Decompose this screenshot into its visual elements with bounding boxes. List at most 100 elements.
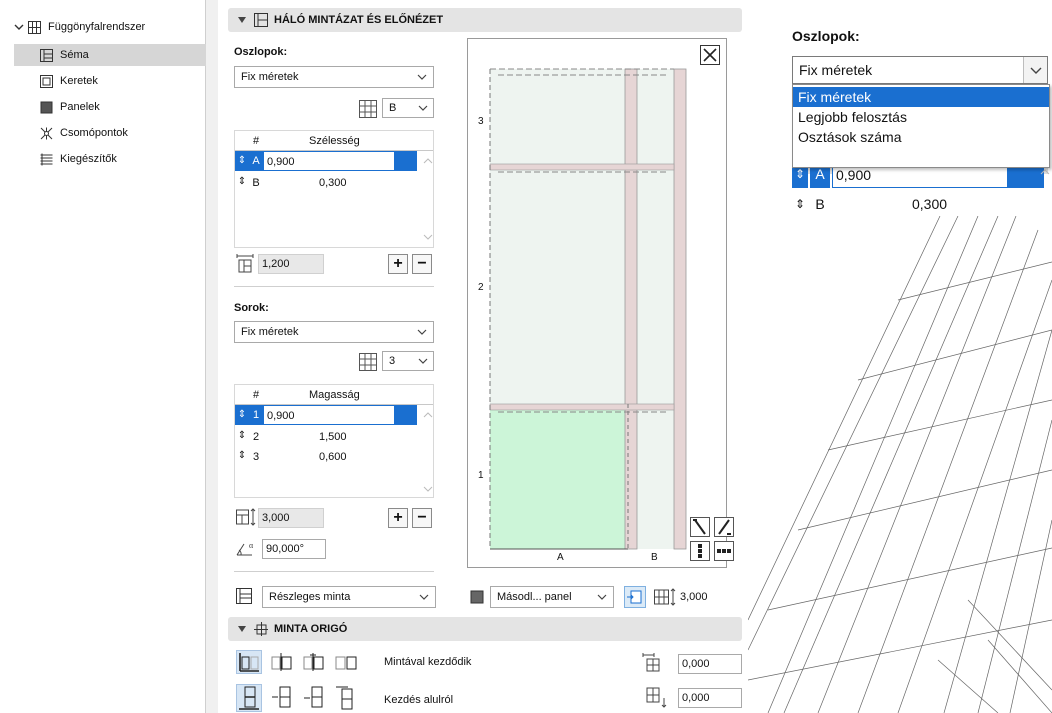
table-header: # Szélesség — [235, 131, 433, 151]
horizontal-offset-input[interactable]: 0,000 — [678, 654, 742, 674]
start-top-icon[interactable] — [334, 685, 358, 711]
preview-row-label: 3 — [478, 116, 484, 127]
row-pattern-count-value: 3 — [389, 355, 396, 367]
columns-total-width: 1,200 — [258, 254, 324, 274]
chevron-down-icon — [418, 105, 428, 111]
grid-pattern-icon — [254, 13, 268, 27]
svg-text:α: α — [249, 541, 254, 550]
zoom-card: Oszlopok: Fix méretek ⇕ A 0,900 ⇕ B 0,30… — [780, 18, 1052, 216]
diagonal-left-button[interactable] — [690, 517, 710, 537]
reorder-handle-icon[interactable]: ⇕ — [237, 430, 247, 444]
start-right-icon[interactable] — [334, 651, 358, 673]
scroll-down-icon[interactable] — [423, 233, 433, 241]
origin-section-header[interactable]: MINTA ORIGÓ — [228, 617, 742, 641]
table-row[interactable]: ⇕ 1 0,900 — [235, 405, 433, 425]
add-row-button[interactable]: + — [388, 508, 408, 528]
zoom-table-row[interactable]: ⇕ B 0,300 — [792, 190, 1034, 218]
zoom-row-value[interactable]: 0,300 — [912, 190, 947, 218]
scroll-up-icon[interactable] — [1040, 168, 1050, 176]
start-left-icon — [239, 653, 259, 672]
horizontal-arrange-button[interactable] — [714, 541, 734, 561]
grid-section-title: HÁLÓ MINTÁZAT ÉS ELŐNÉZET — [274, 14, 444, 26]
chevron-down-icon — [417, 74, 427, 80]
zoom-columns-select[interactable]: Fix méretek — [792, 56, 1048, 84]
origin-bottom-option-1[interactable] — [236, 684, 262, 712]
remove-row-button[interactable]: − — [412, 508, 432, 528]
tree-item-accessories[interactable]: Kiegészítők — [40, 148, 117, 170]
reorder-handle-icon[interactable]: ⇕ — [792, 190, 808, 218]
start-center-icon[interactable] — [302, 651, 326, 673]
tree-item-schema[interactable]: Séma — [14, 44, 206, 66]
row-value[interactable]: 0,300 — [319, 173, 347, 193]
chevron-down-icon — [418, 358, 428, 364]
rows-total-height: 3,000 — [258, 508, 324, 528]
row-id: 1 — [249, 405, 263, 425]
zoom-option-division-count[interactable]: Osztások száma — [793, 127, 1049, 147]
row-value-input[interactable]: 0,900 — [263, 405, 395, 425]
grid-height-readout: 3,000 — [680, 591, 708, 603]
rows-mode-value: Fix méretek — [241, 326, 299, 338]
row-value-input[interactable]: 0,900 — [263, 151, 395, 171]
tree-item-frames[interactable]: Keretek — [40, 70, 98, 92]
chevron-down-icon — [1030, 67, 1042, 74]
reorder-handle-icon[interactable]: ⇕ — [235, 151, 249, 171]
zoomed-detail: Oszlopok: Fix méretek ⇕ A 0,900 ⇕ B 0,30… — [748, 0, 1052, 713]
start-bottom-center-icon[interactable] — [270, 685, 294, 711]
divider — [234, 571, 434, 572]
scroll-up-icon[interactable] — [423, 157, 433, 165]
column-pattern-count-value: B — [389, 102, 397, 114]
row-pattern-count-select[interactable]: 3 — [382, 351, 434, 371]
vertical-offset-icon — [646, 687, 667, 708]
reorder-handle-icon[interactable]: ⇕ — [235, 405, 249, 425]
zoom-dropdown-arrow[interactable] — [1023, 57, 1047, 83]
row-value[interactable]: 0,600 — [319, 447, 347, 467]
columns-mode-select[interactable]: Fix méretek — [234, 66, 434, 88]
scroll-down-icon[interactable] — [423, 485, 433, 493]
start-bottom-label: Kezdés alulról — [384, 694, 454, 706]
tree-root-curtain-wall[interactable]: Függönyfalrendszer — [14, 16, 145, 38]
column-pattern-icon — [359, 100, 377, 118]
table-header-hash: # — [253, 389, 260, 401]
table-row[interactable]: ⇕ 3 0,600 — [235, 447, 433, 467]
row-value[interactable]: 1,500 — [319, 427, 347, 447]
settings-main-panel: HÁLÓ MINTÁZAT ÉS ELŐNÉZET Oszlopok: Fix … — [218, 0, 748, 713]
reorder-handle-icon[interactable]: ⇕ — [237, 176, 247, 190]
assign-panel-button[interactable] — [624, 586, 646, 608]
table-row[interactable]: ⇕ A 0,900 — [235, 151, 433, 171]
angle-input[interactable]: 90,000° — [262, 539, 326, 559]
table-header: # Magasság — [235, 385, 433, 405]
vertical-offset-input[interactable]: 0,000 — [678, 688, 742, 708]
vertical-arrange-button[interactable] — [690, 541, 710, 561]
origin-option-1[interactable] — [236, 650, 262, 674]
tree-item-junctions[interactable]: Csomópontok — [40, 122, 128, 144]
horizontal-offset-icon — [642, 653, 660, 672]
tree-item-label: Panelek — [60, 101, 100, 113]
junction-icon — [40, 127, 53, 139]
scroll-up-icon[interactable] — [423, 411, 433, 419]
collapse-triangle-icon[interactable] — [238, 16, 246, 24]
add-column-button[interactable]: + — [388, 254, 408, 274]
column-pattern-count-select[interactable]: B — [382, 98, 434, 118]
remove-column-button[interactable]: − — [412, 254, 432, 274]
preview-drawing — [489, 68, 687, 550]
secondary-panel-select[interactable]: Másodl... panel — [490, 586, 614, 608]
columns-table: # Szélesség ⇕ A 0,900 ⇕ B 0,300 — [234, 130, 434, 248]
vertical-arrange-icon — [698, 544, 702, 558]
tree-item-panels[interactable]: Panelek — [40, 96, 100, 118]
table-row[interactable]: ⇕ 2 1,500 — [235, 427, 433, 447]
rows-mode-select[interactable]: Fix méretek — [234, 321, 434, 343]
start-middle-icon[interactable] — [302, 685, 326, 711]
partial-pattern-icon — [236, 588, 252, 604]
diagonal-right-button[interactable] — [714, 517, 734, 537]
reorder-handle-icon[interactable]: ⇕ — [237, 450, 247, 464]
grid-section-header[interactable]: HÁLÓ MINTÁZAT ÉS ELŐNÉZET — [228, 8, 742, 32]
chevron-down-icon[interactable] — [14, 22, 24, 32]
collapse-triangle-icon[interactable] — [238, 625, 246, 633]
table-row[interactable]: ⇕ B 0,300 — [235, 173, 433, 193]
zoom-option-fixed[interactable]: Fix méretek — [793, 87, 1049, 107]
pattern-mode-select[interactable]: Részleges minta — [262, 586, 436, 608]
start-center-left-icon[interactable] — [270, 651, 294, 673]
zoom-option-best-division[interactable]: Legjobb felosztás — [793, 107, 1049, 127]
accessory-icon — [40, 153, 53, 165]
table-header-hash: # — [253, 135, 260, 147]
